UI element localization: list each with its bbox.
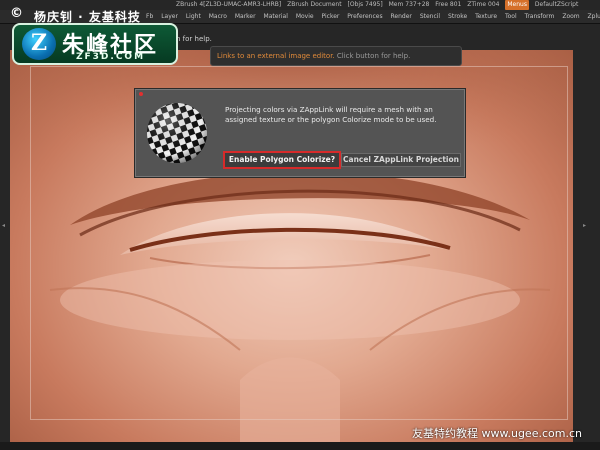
checker-sphere-icon (147, 103, 207, 163)
enable-polygon-colorize-button[interactable]: Enable Polygon Colorize? (223, 151, 341, 169)
free-readout: Free 801 (435, 1, 462, 8)
dialog-message: Projecting colors via ZAppLink will requ… (225, 105, 437, 124)
menu-item[interactable]: Movie (296, 10, 314, 23)
z-logo-icon: Z (22, 28, 56, 60)
menu-item[interactable]: Picker (322, 10, 340, 23)
watermark-logo: © 杨庆钊 · 友基科技 Z 朱峰社区 ZF3D.COM (10, 6, 178, 65)
help-tooltip: Links to an external image editor. Click… (210, 46, 462, 66)
menu-item[interactable]: Render (391, 10, 412, 23)
brand-badge: Z 朱峰社区 ZF3D.COM (12, 23, 178, 65)
default-script-button[interactable]: DefaultZScript (535, 0, 578, 10)
menu-item[interactable]: Material (264, 10, 288, 23)
dialog-marker-icon (139, 92, 143, 96)
menu-item[interactable]: Zoom (562, 10, 579, 23)
menu-item[interactable]: Transform (525, 10, 555, 23)
objs-count: [Objs 7495] (347, 1, 383, 8)
bottom-bar (0, 442, 600, 450)
menu-item[interactable]: Stencil (420, 10, 440, 23)
copyright-mark: © (10, 6, 23, 21)
right-collapse-icon[interactable]: ▸ (583, 222, 586, 229)
ztime-readout: ZTime 004 (467, 1, 500, 8)
zapplink-dialog: Projecting colors via ZAppLink will requ… (134, 88, 466, 178)
menu-items: Fb Layer Light Macro Marker Material Mov… (146, 10, 600, 23)
bottom-watermark: 友基特约教程 www.ugee.com.cn (412, 427, 582, 440)
left-shelf: ◂ (0, 50, 10, 442)
brand-url: ZF3D.COM (76, 52, 146, 62)
menu-item[interactable]: Stroke (448, 10, 467, 23)
left-collapse-icon[interactable]: ◂ (2, 222, 5, 229)
app-title: ZBrush 4[ZL3D-UMAC-AMR3-LHRB] (176, 1, 282, 8)
mem-readout: Mem 737+28 (388, 1, 430, 8)
menu-item[interactable]: Marker (235, 10, 256, 23)
document-title: ZBrush Document (287, 1, 342, 8)
menu-item[interactable]: Texture (475, 10, 497, 23)
menu-item[interactable]: Preferences (347, 10, 382, 23)
tooltip-description: Links to an external image editor. (217, 52, 335, 60)
menu-item[interactable]: Tool (505, 10, 517, 23)
menu-item[interactable]: Zplugin (588, 10, 600, 23)
menu-item[interactable]: Macro (209, 10, 227, 23)
right-shelf: ▸ (573, 50, 600, 442)
menu-item[interactable]: Light (186, 10, 201, 23)
menus-button[interactable]: Menus (505, 0, 529, 10)
cancel-zapplink-projection-button[interactable]: Cancel ZAppLink Projection (341, 153, 461, 167)
tooltip-help: Click button for help. (336, 52, 411, 60)
help-hint: n for help. (176, 35, 212, 43)
